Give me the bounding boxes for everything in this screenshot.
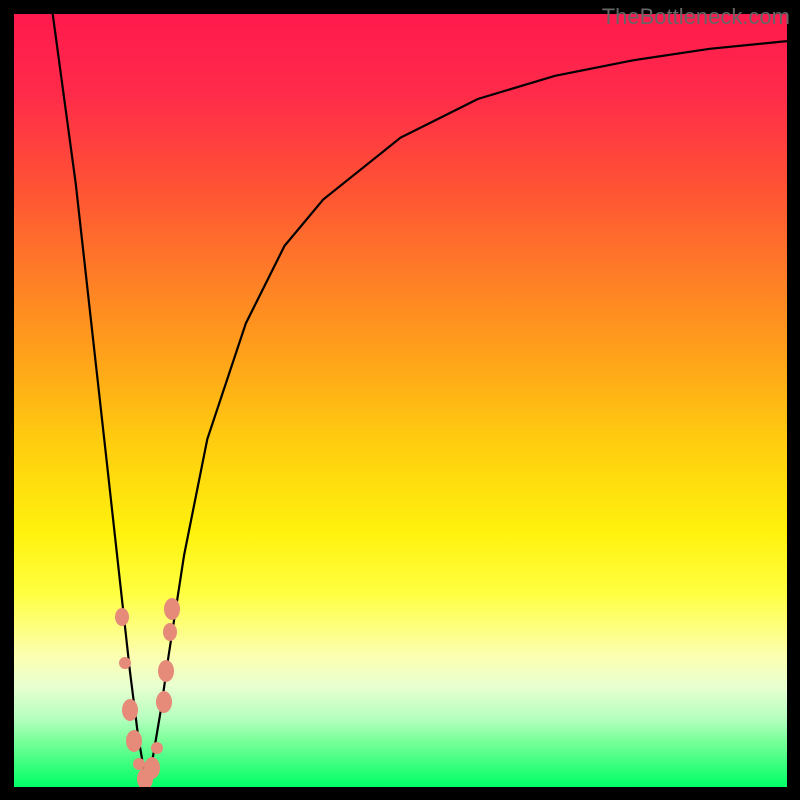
curve-marker	[163, 623, 177, 641]
curve-marker	[156, 691, 172, 713]
bottleneck-curve	[14, 14, 787, 787]
curve-marker	[115, 608, 129, 626]
curve-marker	[144, 757, 160, 779]
watermark-text: TheBottleneck.com	[602, 4, 790, 30]
curve-marker	[158, 660, 174, 682]
curve-marker	[122, 699, 138, 721]
curve-marker	[164, 598, 180, 620]
curve-marker	[119, 657, 131, 669]
curve-marker	[126, 730, 142, 752]
curve-marker	[151, 742, 163, 754]
chart-plot-area	[14, 14, 787, 787]
